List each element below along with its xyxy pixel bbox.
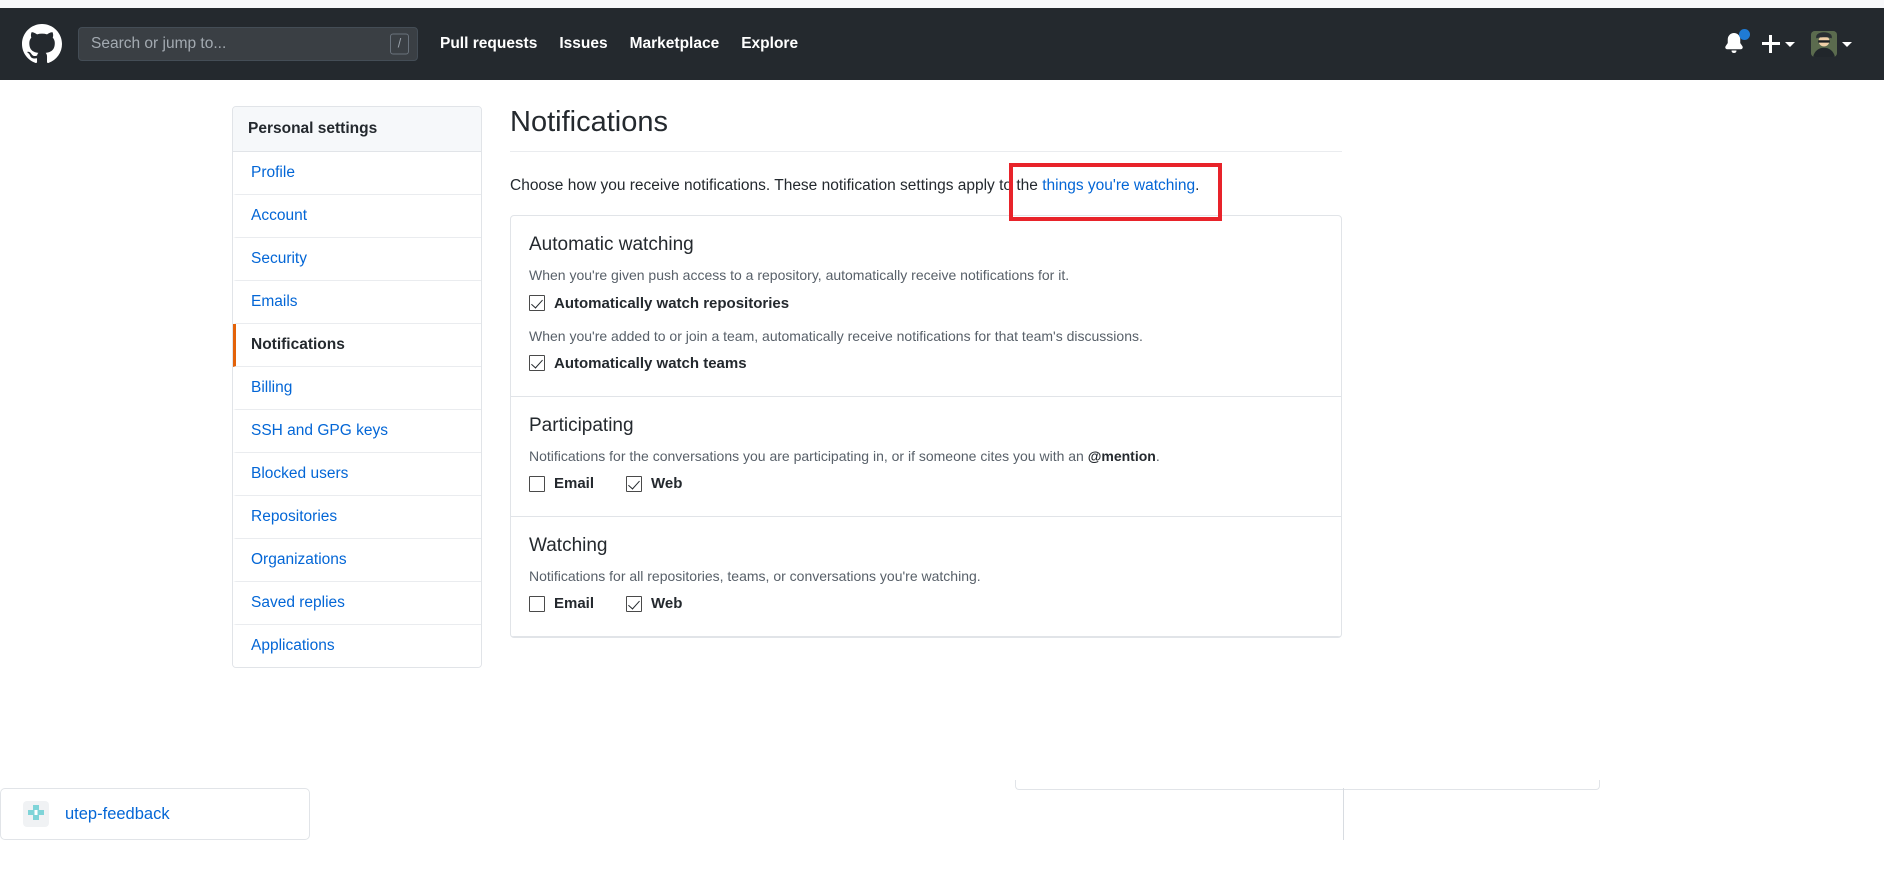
sidebar-item-applications[interactable]: Applications: [233, 625, 481, 667]
sidebar-item-saved-replies[interactable]: Saved replies: [233, 582, 481, 625]
sidebar-item-billing[interactable]: Billing: [233, 367, 481, 410]
nav-link-marketplace[interactable]: Marketplace: [630, 35, 720, 53]
intro-suffix: .: [1195, 177, 1200, 194]
section-participating: Participating Notifications for the conv…: [511, 397, 1341, 518]
checkbox-automatically-watch-repositories[interactable]: Automatically watch repositories: [529, 295, 789, 312]
checkbox-label: Email: [554, 475, 595, 493]
global-header: / Pull requests Issues Marketplace Explo…: [0, 8, 1884, 80]
main-content: Notifications Choose how you receive not…: [482, 106, 1382, 770]
sidebar-title: Personal settings: [233, 107, 481, 152]
top-sliver: [0, 0, 1884, 8]
checkbox-label: Automatically watch teams: [554, 354, 747, 372]
page-body: Personal settings Profile Account Securi…: [0, 80, 1884, 770]
card-bottom-peek: [1015, 780, 1600, 790]
create-new-button[interactable]: [1762, 35, 1795, 53]
intro-prefix: Choose how you receive notifications. Th…: [510, 177, 1043, 194]
description-text: Notifications for the conversations you …: [529, 447, 1088, 464]
checkbox-icon[interactable]: [626, 475, 643, 492]
nav-link-pull-requests[interactable]: Pull requests: [440, 35, 537, 53]
sidebar-item-security[interactable]: Security: [233, 238, 481, 281]
section-title: Automatic watching: [529, 234, 694, 256]
checkbox-icon[interactable]: [529, 475, 545, 492]
repo-shortcut-card[interactable]: utep-feedback: [0, 788, 310, 840]
nav-link-issues[interactable]: Issues: [559, 35, 607, 53]
bell-icon[interactable]: [1724, 29, 1750, 56]
search-container: /: [78, 27, 418, 61]
section-description: Notifications for all repositories, team…: [529, 568, 981, 585]
sidebar-item-blocked-users[interactable]: Blocked users: [233, 453, 481, 496]
checkbox-automatically-watch-teams[interactable]: Automatically watch teams: [529, 355, 747, 372]
section-automatic-watching: Automatic watching When you're given pus…: [511, 216, 1341, 397]
user-menu-button[interactable]: [1811, 31, 1852, 57]
bottom-bar: utep-feedback: [0, 780, 1884, 889]
sidebar-item-organizations[interactable]: Organizations: [233, 539, 481, 582]
checkbox-participating-email[interactable]: Email: [529, 475, 594, 492]
header-actions: [1724, 29, 1862, 57]
checkbox-watching-email[interactable]: Email: [529, 595, 594, 612]
checkbox-icon[interactable]: [529, 295, 545, 312]
chevron-down-icon: [1785, 41, 1795, 47]
checkbox-watching-web[interactable]: Web: [626, 595, 682, 612]
section-title: Watching: [529, 535, 608, 557]
checkbox-label: Web: [651, 595, 683, 613]
sidebar-item-notifications[interactable]: Notifications: [233, 324, 481, 367]
things-youre-watching-link[interactable]: things you're watching: [1042, 177, 1195, 194]
settings-sidebar: Personal settings Profile Account Securi…: [232, 106, 482, 668]
search-input[interactable]: [78, 27, 418, 61]
github-octocat-logo-icon[interactable]: [22, 24, 62, 64]
checkbox-label: Web: [651, 475, 683, 493]
primary-nav: Pull requests Issues Marketplace Explore: [440, 35, 798, 53]
checkbox-row: Email Web: [529, 475, 1323, 492]
checkbox-row: Automatically watch repositories: [529, 295, 1323, 312]
bottom-divider: [1343, 788, 1344, 840]
chevron-down-icon: [1842, 41, 1852, 47]
checkbox-icon[interactable]: [529, 595, 545, 612]
checkbox-label: Email: [554, 595, 595, 613]
checkbox-participating-web[interactable]: Web: [626, 475, 682, 492]
notification-unread-dot: [1739, 29, 1750, 40]
checkbox-icon[interactable]: [529, 355, 545, 372]
page-title: Notifications: [510, 106, 1342, 152]
sidebar-item-repositories[interactable]: Repositories: [233, 496, 481, 539]
intro-text: Choose how you receive notifications. Th…: [510, 174, 1342, 197]
repo-avatar-icon: [23, 801, 49, 827]
repo-shortcut-label: utep-feedback: [65, 804, 170, 823]
sidebar-item-emails[interactable]: Emails: [233, 281, 481, 324]
sidebar-item-profile[interactable]: Profile: [233, 152, 481, 195]
section-description: When you're given push access to a repos…: [529, 267, 1070, 284]
notification-settings-card: Automatic watching When you're given pus…: [510, 215, 1342, 639]
checkbox-label: Automatically watch repositories: [554, 294, 790, 312]
nav-link-explore[interactable]: Explore: [741, 35, 798, 53]
section-title: Participating: [529, 414, 634, 436]
section-watching: Watching Notifications for all repositor…: [511, 517, 1341, 638]
avatar: [1811, 31, 1837, 57]
mention-keyword: @mention: [1087, 447, 1156, 464]
section-description: When you're added to or join a team, aut…: [529, 327, 1143, 344]
checkbox-row: Automatically watch teams: [529, 355, 1323, 372]
plus-icon: [1762, 35, 1780, 53]
sidebar-item-ssh-and-gpg-keys[interactable]: SSH and GPG keys: [233, 410, 481, 453]
checkbox-row: Email Web: [529, 595, 1323, 612]
section-description: Notifications for the conversations you …: [529, 446, 1323, 466]
checkbox-icon[interactable]: [626, 595, 643, 612]
sidebar-item-account[interactable]: Account: [233, 195, 481, 238]
description-tail: .: [1155, 447, 1160, 464]
